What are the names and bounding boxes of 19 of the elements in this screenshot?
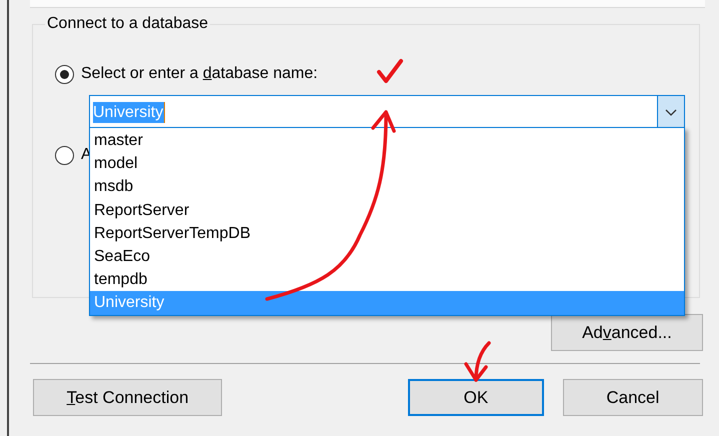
chevron-down-icon bbox=[665, 109, 677, 116]
dropdown-item[interactable]: tempdb bbox=[90, 268, 684, 292]
dialog-button[interactable]: OK bbox=[408, 379, 544, 416]
dropdown-item[interactable]: SeaEco bbox=[90, 245, 684, 268]
dropdown-item[interactable]: ReportServerTempDB bbox=[90, 222, 684, 246]
dropdown-item[interactable]: model bbox=[90, 152, 684, 176]
dropdown-item[interactable]: ReportServer bbox=[90, 198, 684, 222]
dropdown-item[interactable]: master bbox=[90, 129, 684, 152]
checkmark-annotation bbox=[377, 59, 403, 83]
dialog-button[interactable]: Cancel bbox=[562, 379, 703, 416]
advanced-button[interactable]: Advanced... bbox=[551, 314, 703, 351]
radio-button[interactable] bbox=[55, 64, 74, 84]
radio-label: Select or enter a database name: bbox=[81, 64, 318, 84]
dropdown-item[interactable]: msdb bbox=[90, 175, 684, 199]
radio-button[interactable] bbox=[55, 146, 74, 164]
tick-arrow-annotation bbox=[464, 341, 491, 382]
combo-value: University bbox=[93, 102, 166, 123]
dialog-button[interactable]: Test Connection bbox=[33, 379, 222, 416]
dropdown-button[interactable] bbox=[657, 96, 684, 129]
